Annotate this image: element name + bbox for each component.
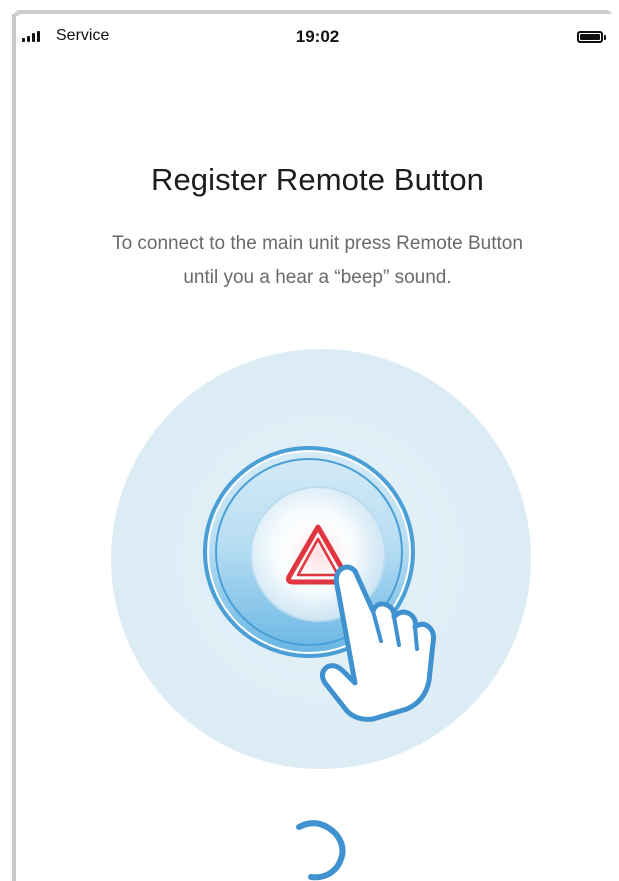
instructions-line-1: To connect to the main unit press Remote… — [112, 233, 523, 254]
instructions-line-2: until you a hear a “beep” sound. — [183, 267, 452, 288]
battery-level — [580, 34, 600, 40]
page-title: Register Remote Button — [150, 162, 485, 197]
status-time: 19:02 — [295, 27, 340, 46]
screen: Service 19:02 Register Remote Button To … — [16, 14, 619, 881]
instructions-text: To connect to the main unit press Remote… — [26, 227, 609, 295]
battery-icon — [577, 31, 603, 43]
press-remote-button-illustration — [111, 349, 531, 769]
battery-tip — [604, 35, 606, 40]
phone-frame: Service 19:02 Register Remote Button To … — [0, 0, 619, 881]
loading-spinner-icon — [296, 820, 346, 881]
status-bar: Service 19:02 — [16, 14, 619, 54]
